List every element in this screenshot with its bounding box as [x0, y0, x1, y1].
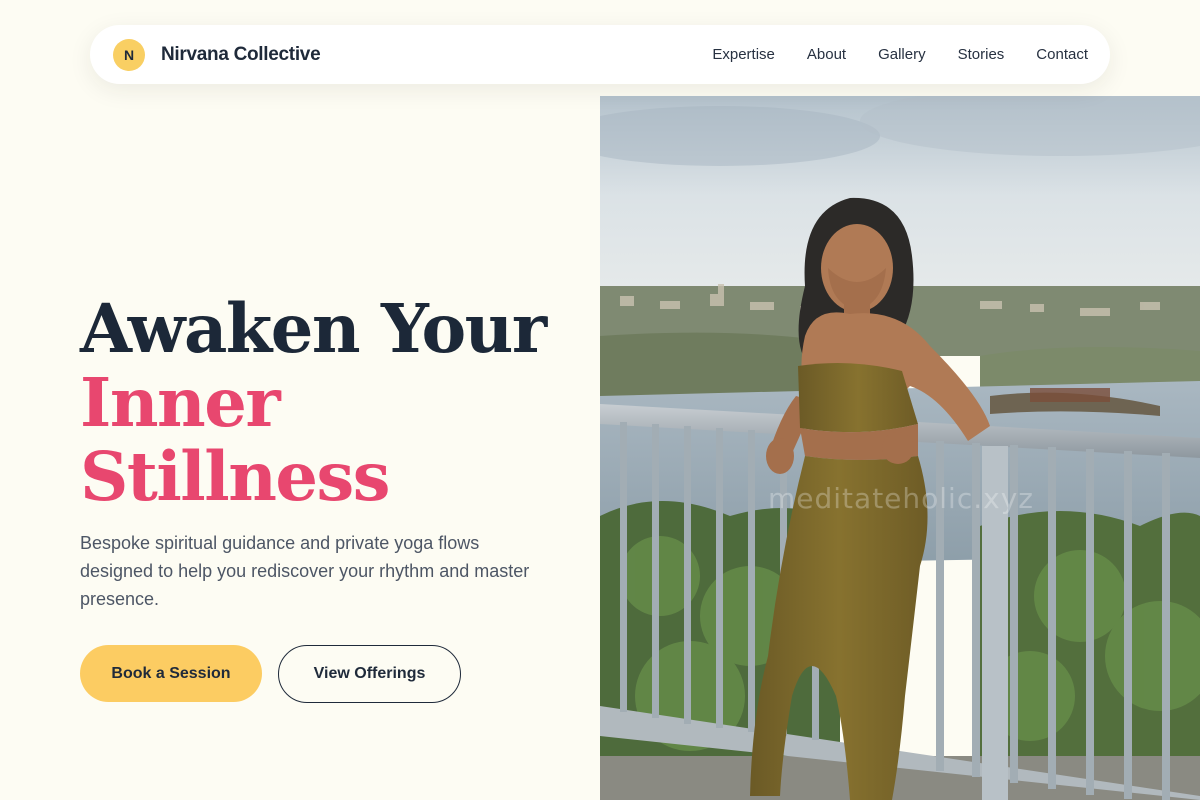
- hero-title-line-1: Awaken Your: [80, 289, 547, 368]
- brand-name[interactable]: Nirvana Collective: [161, 44, 321, 66]
- navbar: N Nirvana Collective Expertise About Gal…: [90, 25, 1110, 84]
- hero-title-line-3: Stillness: [80, 437, 390, 516]
- nav-link-contact[interactable]: Contact: [1036, 46, 1088, 63]
- nav-link-about[interactable]: About: [807, 46, 846, 63]
- page: N Nirvana Collective Expertise About Gal…: [0, 0, 1200, 800]
- hero-title-line-2: Inner: [80, 363, 281, 442]
- brand-logo-badge[interactable]: N: [113, 38, 145, 71]
- nav-link-stories[interactable]: Stories: [958, 46, 1005, 63]
- view-offerings-button[interactable]: View Offerings: [278, 645, 461, 703]
- book-session-button[interactable]: Book a Session: [80, 645, 262, 702]
- image-watermark: meditateholic.xyz: [768, 482, 1034, 515]
- hero-title: Awaken Your Inner Stillness: [80, 292, 580, 514]
- nav-links: Expertise About Gallery Stories Contact: [712, 46, 1088, 63]
- hero-description: Bespoke spiritual guidance and private y…: [80, 533, 530, 609]
- nav-link-gallery[interactable]: Gallery: [878, 46, 926, 63]
- nav-link-expertise[interactable]: Expertise: [712, 46, 775, 63]
- hero-image: meditateholic.xyz: [600, 96, 1200, 800]
